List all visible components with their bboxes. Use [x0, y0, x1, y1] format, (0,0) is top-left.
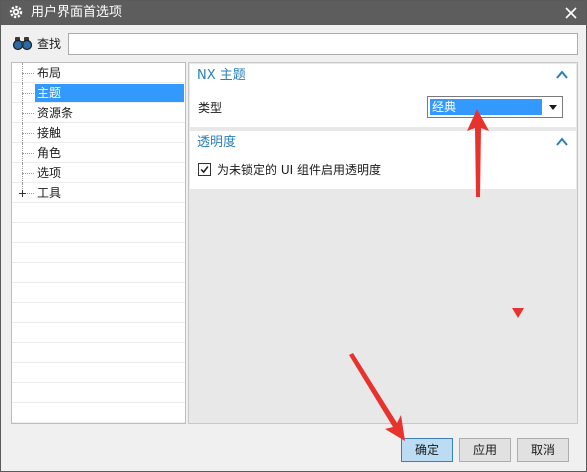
tree-empty-row — [12, 283, 185, 303]
apply-button[interactable]: 应用 — [459, 438, 511, 462]
chevron-down-icon[interactable] — [544, 97, 562, 117]
tree-item-label: 接触 — [37, 126, 62, 140]
transparency-group-header[interactable]: 透明度 — [190, 131, 576, 155]
transparency-group: 透明度 为未锁定的 UI 组件启用透明度 — [190, 131, 576, 189]
settings-panel: NX 主题 类型 经典 透明度 为未锁定的 UI 组件启用透明度 — [188, 62, 578, 424]
chevron-up-icon[interactable] — [555, 68, 569, 82]
expand-plus-icon[interactable] — [18, 189, 27, 198]
tree-connector-dots — [22, 153, 34, 154]
tree-item[interactable]: 主题 — [12, 83, 185, 103]
nx-theme-group-header[interactable]: NX 主题 — [190, 64, 576, 88]
tree-empty-row — [12, 383, 185, 403]
nx-theme-group: NX 主题 类型 经典 — [190, 64, 576, 127]
tree-empty-row — [12, 323, 185, 343]
tree-item-label: 角色 — [37, 146, 62, 160]
transparency-checkbox[interactable] — [198, 163, 211, 176]
ok-button[interactable]: 确定 — [401, 438, 453, 462]
tree-connector-dots — [22, 173, 34, 174]
tree-item-label: 布局 — [37, 66, 62, 80]
tree-item[interactable]: 布局 — [12, 63, 185, 83]
transparency-group-title: 透明度 — [197, 135, 237, 150]
tree-empty-row — [12, 203, 185, 223]
tree-connector-dots — [27, 193, 34, 194]
nx-theme-group-title: NX 主题 — [197, 68, 246, 83]
tree-empty-row — [12, 223, 185, 243]
tree-connector-dots — [22, 113, 34, 114]
title-bar[interactable]: 用户界面首选项 — [1, 1, 586, 25]
tree-item[interactable]: 选项 — [12, 163, 185, 183]
tree-empty-row — [12, 263, 185, 283]
tree-empty-row — [12, 303, 185, 323]
search-input[interactable] — [68, 33, 578, 55]
chevron-up-icon[interactable] — [555, 135, 569, 149]
tree-item[interactable]: 角色 — [12, 143, 185, 163]
tree-item[interactable]: 资源条 — [12, 103, 185, 123]
tree-empty-row — [12, 363, 185, 383]
tree-item[interactable]: 工具 — [12, 183, 185, 203]
tree-item-label: 工具 — [37, 186, 62, 200]
tree-empty-row — [12, 403, 185, 423]
cancel-button[interactable]: 取消 — [517, 438, 569, 462]
search-row: 查找 — [1, 31, 586, 57]
theme-type-dropdown[interactable]: 经典 — [427, 96, 563, 118]
tree-item-label: 资源条 — [37, 106, 74, 120]
window-title: 用户界面首选项 — [31, 5, 123, 20]
tree-empty-row — [12, 243, 185, 263]
gear-icon — [9, 5, 23, 19]
theme-type-label: 类型 — [198, 101, 223, 115]
tree-connector-dots — [22, 73, 34, 74]
search-label: 查找 — [37, 37, 62, 51]
binoculars-icon — [12, 37, 33, 51]
tree-item-label: 主题 — [35, 84, 184, 102]
preferences-dialog: 用户界面首选项 查找 布局主题资源条接触角色选项工具 NX 主题 类型 — [0, 0, 587, 472]
tree-connector-dots — [22, 133, 34, 134]
theme-type-value: 经典 — [430, 99, 542, 115]
category-tree[interactable]: 布局主题资源条接触角色选项工具 — [11, 62, 186, 424]
tree-item[interactable]: 接触 — [12, 123, 185, 143]
tree-connector-dots — [22, 93, 34, 94]
tree-empty-row — [12, 343, 185, 363]
transparency-checkbox-label: 为未锁定的 UI 组件启用透明度 — [217, 163, 381, 177]
tree-item-label: 选项 — [37, 166, 62, 180]
close-icon[interactable] — [560, 3, 582, 23]
